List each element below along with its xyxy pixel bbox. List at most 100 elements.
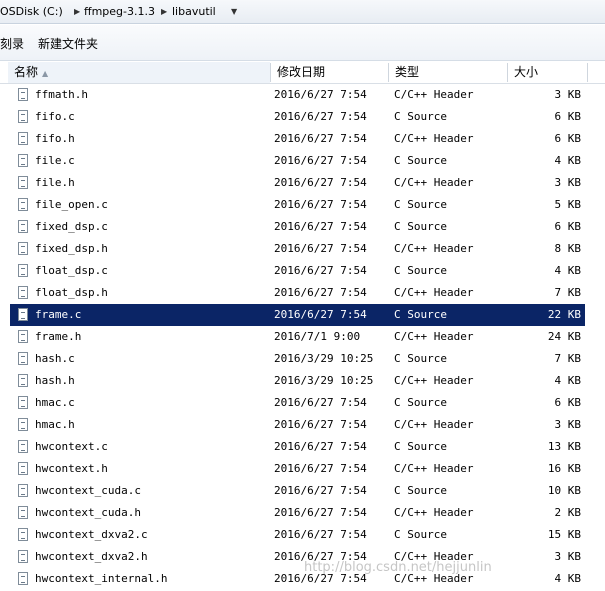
file-document-icon	[18, 176, 28, 189]
file-row[interactable]: frame.c 2016/6/27 7:54 C Source 22 KB	[10, 304, 585, 326]
file-name: float_dsp.c	[35, 264, 108, 277]
file-size: 3 KB	[554, 176, 582, 189]
breadcrumb-item-libavutil[interactable]: libavutil	[172, 5, 216, 19]
file-row[interactable]: hwcontext.h 2016/6/27 7:54 C/C++ Header 16 …	[10, 458, 585, 480]
file-row[interactable]: hash.h 2016/3/29 10:25 C/C++ Header 4 KB	[10, 370, 585, 392]
file-type: C/C++ Header	[394, 132, 474, 145]
file-row[interactable]: fifo.h 2016/6/27 7:54 C/C++ Header 6 KB	[10, 128, 585, 150]
file-date: 2016/6/27 7:54	[274, 528, 367, 541]
file-name: frame.c	[35, 308, 82, 321]
file-row[interactable]: frame.h 2016/7/1 9:00 C/C++ Header 24 KB	[10, 326, 585, 348]
file-document-icon	[18, 374, 28, 387]
file-document-icon	[18, 220, 28, 233]
file-name: hmac.h	[35, 418, 75, 431]
file-row[interactable]: file_open.c 2016/6/27 7:54 C Source 5 KB	[10, 194, 585, 216]
file-date: 2016/6/27 7:54	[274, 220, 367, 233]
file-row[interactable]: hwcontext.c 2016/6/27 7:54 C Source 13 KB	[10, 436, 585, 458]
file-name: hwcontext_internal.h	[35, 572, 168, 585]
file-row[interactable]: fixed_dsp.h 2016/6/27 7:54 C/C++ Header 8 K…	[10, 238, 585, 260]
command-toolbar: 刻录 新建文件夹	[0, 25, 605, 61]
file-type: C Source	[394, 484, 447, 497]
file-size: 3 KB	[554, 550, 582, 563]
file-type: C Source	[394, 198, 447, 211]
new-folder-button[interactable]: 新建文件夹	[38, 36, 98, 52]
breadcrumb-item-drive[interactable]: OSDisk (C:)	[0, 5, 63, 19]
file-date: 2016/6/27 7:54	[274, 396, 367, 409]
file-name: hwcontext_dxva2.h	[35, 550, 148, 563]
file-document-icon	[18, 308, 28, 321]
file-document-icon	[18, 198, 28, 211]
file-row[interactable]: hwcontext_dxva2.h 2016/6/27 7:54 C/C++ Hea…	[10, 546, 585, 568]
column-header-size[interactable]: 大小	[508, 62, 587, 83]
file-size: 13 KB	[547, 440, 581, 453]
file-size: 15 KB	[547, 528, 581, 541]
file-type: C/C++ Header	[394, 462, 474, 475]
file-date: 2016/6/27 7:54	[274, 88, 367, 101]
file-row[interactable]: file.h 2016/6/27 7:54 C/C++ Header 3 KB	[10, 172, 585, 194]
file-size: 7 KB	[554, 286, 582, 299]
column-divider[interactable]	[587, 63, 588, 82]
column-header-type[interactable]: 类型	[389, 62, 507, 83]
file-type: C Source	[394, 352, 447, 365]
file-date: 2016/6/27 7:54	[274, 506, 367, 519]
column-header-date[interactable]: 修改日期	[271, 62, 388, 83]
file-name: float_dsp.h	[35, 286, 108, 299]
file-date: 2016/6/27 7:54	[274, 132, 367, 145]
file-row[interactable]: hash.c 2016/3/29 10:25 C Source 7 KB	[10, 348, 585, 370]
file-name: hwcontext_cuda.c	[35, 484, 141, 497]
watermark-text: http://blog.csdn.net/hejjunlin	[304, 560, 492, 575]
file-size: 5 KB	[554, 198, 582, 211]
burn-button[interactable]: 刻录	[0, 36, 24, 52]
column-header-name[interactable]: 名称 ▲	[8, 62, 270, 83]
file-name: hash.h	[35, 374, 75, 387]
file-type: C Source	[394, 264, 447, 277]
chevron-right-icon[interactable]: ▶	[161, 5, 167, 19]
file-name: file_open.c	[35, 198, 108, 211]
file-type: C/C++ Header	[394, 242, 474, 255]
file-row[interactable]: hmac.h 2016/6/27 7:54 C/C++ Header 3 KB	[10, 414, 585, 436]
file-document-icon	[18, 484, 28, 497]
chevron-down-icon[interactable]: ▼	[231, 5, 237, 19]
file-date: 2016/6/27 7:54	[274, 462, 367, 475]
file-row[interactable]: ffmath.h 2016/6/27 7:54 C/C++ Header 3 KB	[10, 84, 585, 106]
chevron-right-icon[interactable]: ▶	[74, 5, 80, 19]
file-type: C/C++ Header	[394, 176, 474, 189]
file-document-icon	[18, 418, 28, 431]
file-row[interactable]: fixed_dsp.c 2016/6/27 7:54 C Source 6 KB	[10, 216, 585, 238]
file-size: 4 KB	[554, 264, 582, 277]
column-header-name-label: 名称	[14, 65, 39, 79]
file-size: 7 KB	[554, 352, 582, 365]
file-document-icon	[18, 352, 28, 365]
file-document-icon	[18, 506, 28, 519]
file-size: 2 KB	[554, 506, 582, 519]
file-row[interactable]: hmac.c 2016/6/27 7:54 C Source 6 KB	[10, 392, 585, 414]
file-type: C/C++ Header	[394, 286, 474, 299]
file-row[interactable]: fifo.c 2016/6/27 7:54 C Source 6 KB	[10, 106, 585, 128]
file-row[interactable]: hwcontext_dxva2.c 2016/6/27 7:54 C Source 1…	[10, 524, 585, 546]
file-date: 2016/6/27 7:54	[274, 418, 367, 431]
file-row[interactable]: hwcontext_internal.h 2016/6/27 7:54 C/C++ …	[10, 568, 585, 590]
file-row[interactable]: float_dsp.c 2016/6/27 7:54 C Source 4 KB	[10, 260, 585, 282]
file-type: C Source	[394, 110, 447, 123]
file-size: 6 KB	[554, 110, 582, 123]
file-name: frame.h	[35, 330, 82, 343]
file-row[interactable]: file.c 2016/6/27 7:54 C Source 4 KB	[10, 150, 585, 172]
file-document-icon	[18, 440, 28, 453]
breadcrumb-item-ffmpeg[interactable]: ffmpeg-3.1.3	[84, 5, 155, 19]
file-name: hmac.c	[35, 396, 75, 409]
file-name: ffmath.h	[35, 88, 88, 101]
file-row[interactable]: hwcontext_cuda.h 2016/6/27 7:54 C/C++ Head…	[10, 502, 585, 524]
file-document-icon	[18, 286, 28, 299]
file-date: 2016/6/27 7:54	[274, 286, 367, 299]
file-row[interactable]: hwcontext_cuda.c 2016/6/27 7:54 C Source 10…	[10, 480, 585, 502]
file-date: 2016/7/1 9:00	[274, 330, 361, 343]
file-type: C/C++ Header	[394, 88, 474, 101]
file-name: file.h	[35, 176, 75, 189]
file-name: hwcontext_dxva2.c	[35, 528, 148, 541]
file-type: C/C++ Header	[394, 418, 474, 431]
file-row[interactable]: float_dsp.h 2016/6/27 7:54 C/C++ Header 7 K…	[10, 282, 585, 304]
file-document-icon	[18, 396, 28, 409]
address-bar[interactable]: OSDisk (C:) ▶ ffmpeg-3.1.3 ▶ libavutil ▼	[0, 0, 605, 24]
file-type: C Source	[394, 154, 447, 167]
file-size: 10 KB	[547, 484, 581, 497]
